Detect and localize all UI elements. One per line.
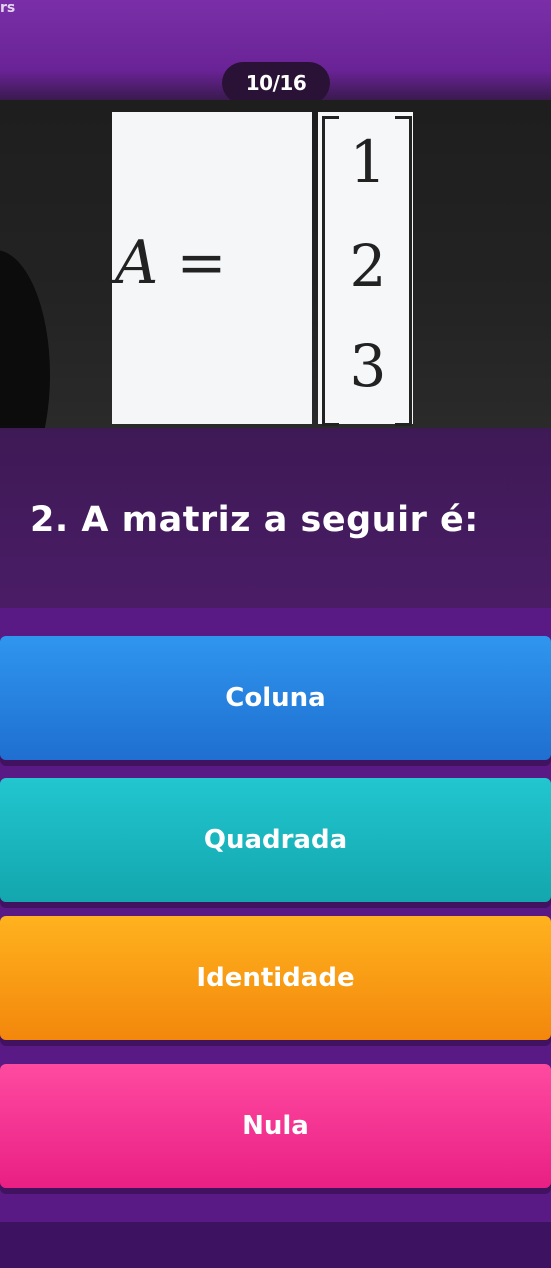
equals-sign: =	[176, 228, 227, 298]
answer-label: Nula	[242, 1111, 309, 1141]
matrix-name: A	[115, 228, 159, 298]
background-shadow	[0, 250, 50, 428]
answer-option-quadrada[interactable]: Quadrada	[0, 778, 551, 902]
answer-option-identidade[interactable]: Identidade	[0, 916, 551, 1040]
answer-option-nula[interactable]: Nula	[0, 1064, 551, 1188]
answer-label: Quadrada	[203, 825, 348, 855]
equation-lhs: A =	[115, 228, 227, 298]
left-bracket	[322, 116, 339, 426]
vector-entry: 1	[349, 128, 387, 196]
vector-entry: 2	[349, 232, 387, 300]
question-text: 2. A matriz a seguir é:	[30, 500, 479, 540]
question-progress: 10/16	[222, 62, 330, 104]
bottom-bar	[0, 1222, 551, 1268]
answer-option-coluna[interactable]: Coluna	[0, 636, 551, 760]
answer-label: Coluna	[225, 683, 326, 713]
corner-label: rs	[0, 0, 16, 16]
answer-label: Identidade	[196, 963, 355, 993]
vector-entry: 3	[349, 332, 387, 400]
